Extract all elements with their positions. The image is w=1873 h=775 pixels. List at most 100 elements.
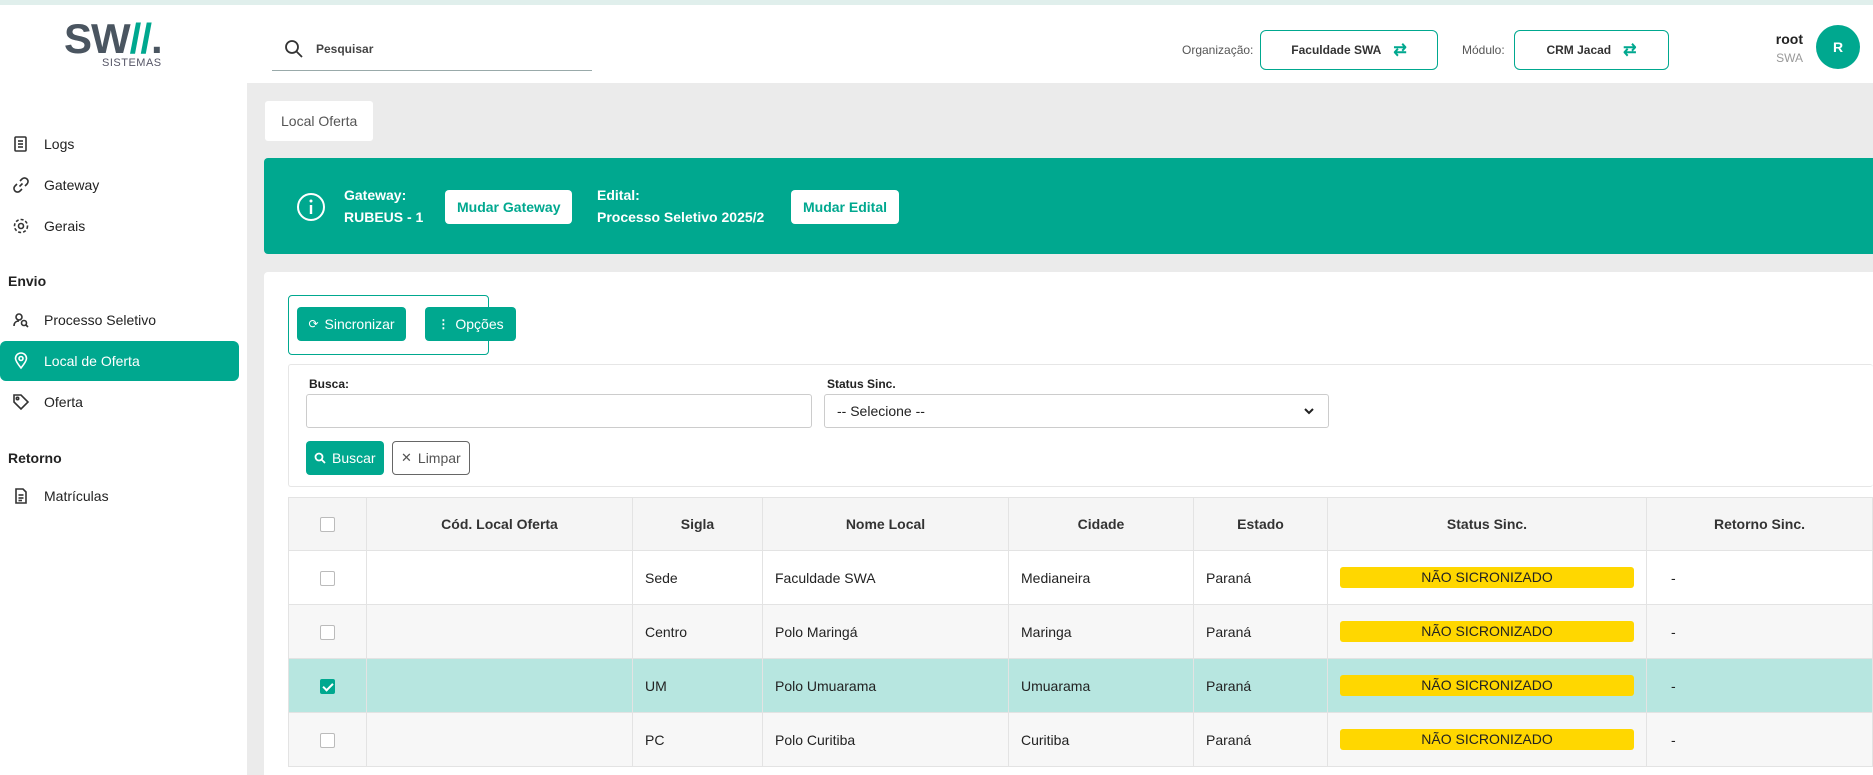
sidebar-item-local-de-oferta[interactable]: Local de Oferta [0,341,239,381]
column-header[interactable]: Cód. Local Oferta [366,497,633,551]
cell-estado: Paraná [1193,604,1328,659]
cell-sigla: Centro [632,604,763,659]
user-info[interactable]: root SWA [1776,31,1803,65]
sidebar-item-oferta[interactable]: Oferta [0,382,239,422]
module-switch-button[interactable]: CRM Jacad ⇄ [1514,30,1669,70]
logo-text-accent: // [129,15,152,62]
sidebar-item-gateway[interactable]: Gateway [0,165,239,205]
edital-label: Edital: [597,187,640,203]
logo[interactable]: SW//. SISTEMAS [64,17,176,73]
sidebar-item-label: Oferta [44,394,83,410]
sidebar-item-label: Gerais [44,218,86,234]
sidebar-item-matriculas[interactable]: Matrículas [0,476,239,516]
sync-button[interactable]: ⟳ Sincronizar [297,307,406,341]
cell-nome: Polo Umuarama [762,658,1009,713]
row-checkbox[interactable] [320,570,335,586]
cell-nome: Faculdade SWA [762,550,1009,605]
table-row[interactable]: PC Polo Curitiba Curitiba Paraná NÃO SIC… [288,712,1873,767]
table-row[interactable]: UM Polo Umuarama Umuarama Paraná NÃO SIC… [288,658,1873,713]
sidebar-item-gerais[interactable]: Gerais [0,206,239,246]
column-header[interactable]: Sigla [632,497,763,551]
org-label: Organização: [1182,43,1254,57]
location-pin-icon [14,352,28,370]
sync-icon: ⟳ [308,317,319,331]
cell-sigla: PC [632,712,763,767]
cell-cidade: Umuarama [1008,658,1194,713]
close-icon: ✕ [401,450,412,465]
cell-cod [366,712,633,767]
gateway-value: RUBEUS - 1 [344,209,424,225]
status-badge: NÃO SICRONIZADO [1340,567,1634,588]
row-checkbox-cell [288,658,367,713]
cell-retorno: - [1646,658,1873,713]
sidebar-item-logs[interactable]: Logs [0,124,239,164]
log-icon [14,136,27,152]
cell-retorno: - [1646,550,1873,605]
context-banner: Gateway: RUBEUS - 1 Mudar Gateway Edital… [264,158,1873,254]
search-label: Busca: [309,377,350,391]
clear-button[interactable]: ✕ Limpar [392,441,470,475]
user-org: SWA [1776,51,1803,65]
top-bar: SW//. SISTEMAS Organização: Faculdade SW… [0,0,1873,83]
gateway-label: Gateway: [344,187,407,203]
column-header[interactable]: Retorno Sinc. [1646,497,1873,551]
cell-retorno: - [1646,712,1873,767]
search-field[interactable] [306,394,812,428]
table-row[interactable]: Sede Faculdade SWA Medianeira Paraná NÃO… [288,550,1873,605]
table-row[interactable]: Centro Polo Maringá Maringa Paraná NÃO S… [288,604,1873,659]
select-all-checkbox[interactable] [320,517,335,533]
cell-status: NÃO SICRONIZADO [1327,604,1647,659]
tag-icon [13,394,30,411]
status-badge: NÃO SICRONIZADO [1340,621,1634,642]
module-label: Módulo: [1462,43,1505,57]
cell-status: NÃO SICRONIZADO [1327,550,1647,605]
breadcrumb[interactable]: Local Oferta [265,101,374,141]
cell-status: NÃO SICRONIZADO [1327,712,1647,767]
avatar[interactable]: R [1816,25,1860,69]
sidebar-item-label: Logs [44,136,75,152]
user-name: root [1775,31,1803,47]
logo-subtitle: SISTEMAS [102,57,162,69]
row-checkbox[interactable] [320,732,335,748]
local-oferta-table: Cód. Local Oferta Sigla Nome Local Cidad… [288,497,1873,767]
cell-cod [366,604,633,659]
options-label: Opções [455,316,504,332]
search-input[interactable] [316,41,566,56]
module-value: CRM Jacad [1546,43,1612,57]
change-gateway-button[interactable]: Mudar Gateway [445,190,573,224]
logo-text-dot: . [151,15,163,62]
column-header[interactable]: Status Sinc. [1327,497,1647,551]
status-label: Status Sinc. [827,377,896,391]
search-button[interactable]: Buscar [306,441,384,475]
status-badge: NÃO SICRONIZADO [1340,729,1634,750]
clear-button-label: Limpar [417,450,461,466]
organization-switch-button[interactable]: Faculdade SWA ⇄ [1260,30,1438,70]
organization-value: Faculdade SWA [1291,43,1382,57]
sync-label: Sincronizar [324,316,395,332]
options-button[interactable]: ⋮ Opções [425,307,516,341]
info-icon [297,193,325,221]
cell-status: NÃO SICRONIZADO [1327,658,1647,713]
sidebar-item-label: Gateway [44,177,100,193]
sidebar-item-label: Matrículas [44,488,109,504]
filter-panel: Busca: Status Sinc. -- Selecione -- Busc… [288,364,1873,487]
column-header[interactable]: Cidade [1008,497,1194,551]
search-bar[interactable] [272,27,592,71]
cell-nome: Polo Maringá [762,604,1009,659]
gear-icon [13,218,29,234]
column-header[interactable]: Nome Local [762,497,1009,551]
sidebar-item-processo-seletivo[interactable]: Processo Seletivo [0,300,239,340]
row-checkbox-cell [288,604,367,659]
cell-estado: Paraná [1193,712,1328,767]
column-header[interactable]: Estado [1193,497,1328,551]
status-select[interactable]: -- Selecione -- [824,394,1329,428]
cell-cod [366,550,633,605]
row-checkbox-cell [288,712,367,767]
row-checkbox[interactable] [320,678,335,694]
row-checkbox[interactable] [320,624,335,640]
table-header-row: Cód. Local Oferta Sigla Nome Local Cidad… [288,497,1873,551]
cell-sigla: Sede [632,550,763,605]
change-edital-button[interactable]: Mudar Edital [791,190,900,224]
search-button-label: Buscar [332,450,376,466]
cell-cidade: Curitiba [1008,712,1194,767]
